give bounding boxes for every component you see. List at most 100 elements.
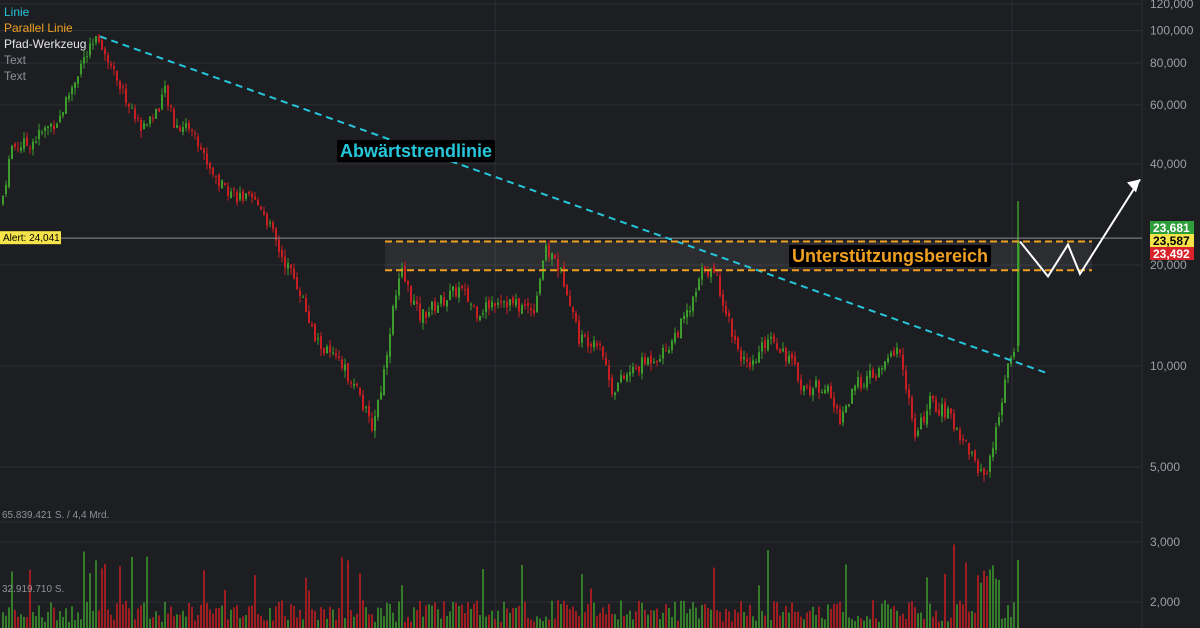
price-tag-1: 23,587: [1153, 234, 1190, 248]
candle-body-224: [674, 333, 676, 343]
volume-max-label: 65.839.421 S. / 4,4 Mrd.: [2, 510, 109, 521]
candle-body-294: [884, 361, 886, 370]
volume-bar-109: [329, 606, 331, 628]
candle-body-170: [512, 297, 514, 304]
candle-body-138: [416, 301, 418, 304]
volume-bar-212: [638, 600, 640, 628]
candle-body-35: [107, 55, 109, 63]
candle-body-231: [695, 291, 697, 297]
candle-body-227: [683, 315, 685, 320]
price-chart[interactable]: 120,000100,00080,00060,00040,00020,00010…: [0, 0, 1200, 628]
volume-bar-232: [698, 618, 700, 628]
volume-bar-85: [257, 614, 259, 628]
candle-body-298: [896, 347, 898, 355]
volume-bar-151: [455, 602, 457, 628]
volume-bar-264: [794, 611, 796, 628]
volume-bar-185: [557, 600, 559, 628]
candle-body-263: [791, 353, 793, 359]
legend-item-parallel-linie[interactable]: Parallel Linie: [4, 20, 86, 36]
volume-bar-324: [974, 612, 976, 628]
candle-body-103: [311, 324, 313, 327]
volume-bar-289: [869, 619, 871, 628]
candle-body-94: [284, 256, 286, 268]
y-tick-label-2: 80,000: [1150, 56, 1187, 70]
legend-item-linie[interactable]: Linie: [4, 4, 86, 20]
candle-body-159: [479, 316, 481, 321]
candle-body-229: [689, 310, 691, 313]
volume-bar-186: [560, 604, 562, 628]
candle-body-179: [539, 278, 541, 294]
candle-body-333: [1001, 402, 1003, 416]
candle-body-79: [239, 192, 241, 200]
volume-bar-86: [260, 615, 262, 628]
candle-body-324: [974, 450, 976, 461]
volume-bar-299: [899, 615, 901, 628]
candle-body-38: [116, 71, 118, 81]
candle-body-58: [176, 125, 178, 128]
volume-bar-303: [911, 601, 913, 628]
volume-bar-156: [470, 608, 472, 628]
volume-bar-141: [425, 605, 427, 628]
volume-bar-224: [674, 601, 676, 628]
volume-bar-242: [728, 611, 730, 628]
volume-bar-61: [185, 616, 187, 628]
candle-body-281: [845, 406, 847, 413]
candle-body-93: [281, 250, 283, 258]
candle-body-287: [863, 385, 865, 387]
volume-bar-230: [692, 601, 694, 628]
candle-body-137: [413, 300, 415, 305]
legend-item-pfad-werkzeug[interactable]: Pfad-Werkzeug: [4, 36, 86, 52]
volume-bar-254: [764, 615, 766, 628]
candle-body-80: [242, 191, 244, 202]
candle-body-261: [785, 348, 787, 362]
volume-bar-329: [989, 569, 991, 628]
volume-bar-58: [176, 614, 178, 628]
candle-body-6: [20, 147, 22, 151]
candle-body-13: [41, 131, 43, 133]
candle-body-311: [935, 399, 937, 412]
legend-item-text-1[interactable]: Text: [4, 52, 86, 68]
volume-bar-291: [875, 618, 877, 628]
volume-bar-159: [479, 615, 481, 628]
candle-body-176: [530, 308, 532, 311]
candle-body-127: [383, 369, 385, 395]
candle-body-213: [641, 357, 643, 374]
candle-body-89: [269, 222, 271, 224]
drawing-legend: Linie Parallel Linie Pfad-Werkzeug Text …: [4, 4, 86, 84]
volume-bar-290: [872, 600, 874, 628]
candle-body-114: [344, 364, 346, 371]
candle-body-332: [998, 417, 1000, 425]
candle-body-322: [968, 442, 970, 455]
volume-bar-24: [74, 620, 76, 628]
candle-body-53: [161, 94, 163, 110]
candle-body-154: [464, 289, 466, 291]
volume-bar-135: [407, 616, 409, 628]
candle-body-59: [179, 127, 181, 132]
volume-bar-262: [788, 612, 790, 628]
candle-body-334: [1004, 379, 1006, 403]
volume-bar-120: [362, 600, 364, 628]
candle-body-240: [722, 294, 724, 306]
candle-body-36: [110, 63, 112, 66]
candle-body-253: [761, 342, 763, 352]
volume-bar-88: [266, 620, 268, 628]
volume-bar-199: [599, 612, 601, 628]
volume-bar-194: [584, 612, 586, 628]
volume-bar-160: [482, 568, 484, 628]
volume-bar-53: [161, 621, 163, 628]
candle-body-111: [335, 353, 337, 356]
candle-body-67: [203, 148, 205, 153]
candle-body-192: [578, 320, 580, 344]
candle-body-193: [581, 334, 583, 343]
legend-item-text-2[interactable]: Text: [4, 68, 86, 84]
candle-body-134: [404, 265, 406, 282]
volume-bar-92: [278, 602, 280, 628]
candle-body-286: [860, 377, 862, 389]
candle-body-283: [851, 388, 853, 404]
volume-bar-97: [293, 605, 295, 628]
volume-bar-42: [128, 608, 130, 628]
candle-body-57: [173, 109, 175, 128]
volume-bar-161: [485, 616, 487, 628]
volume-bar-249: [749, 604, 751, 628]
volume-bar-226: [680, 600, 682, 628]
